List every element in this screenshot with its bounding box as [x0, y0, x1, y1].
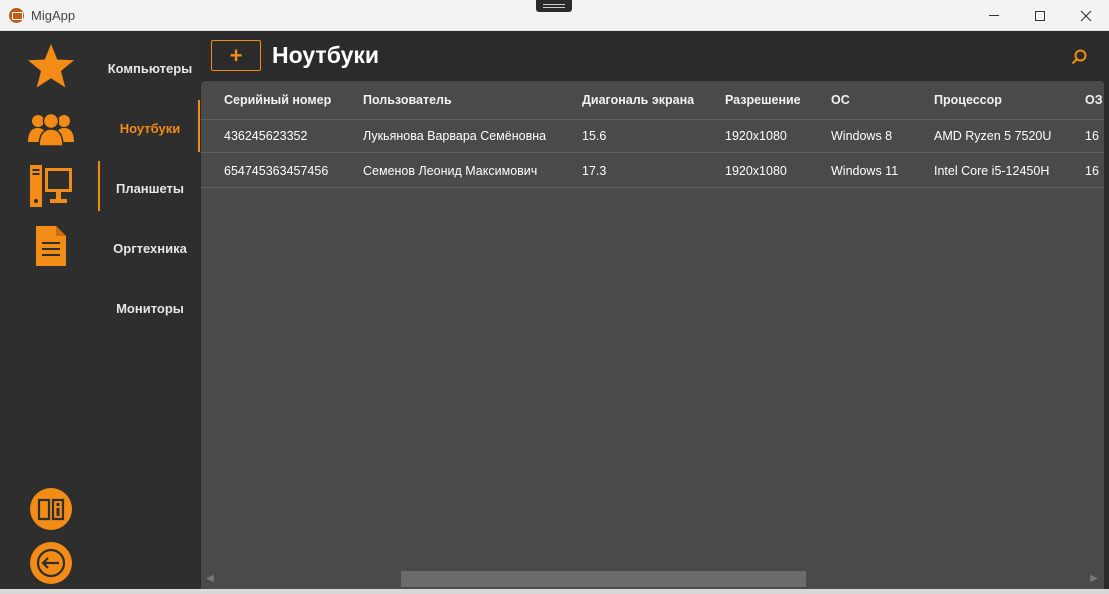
close-icon: [1080, 10, 1092, 21]
about-button[interactable]: [25, 486, 77, 532]
document-icon: [36, 226, 66, 266]
cell-os: Windows 8: [831, 129, 893, 143]
window-title: MigApp: [31, 8, 76, 23]
category-tablets[interactable]: Планшеты: [100, 160, 200, 216]
add-button[interactable]: +: [211, 40, 261, 71]
title-bar: MigApp: [0, 0, 1109, 31]
category-computers[interactable]: Компьютеры: [100, 40, 200, 96]
drag-handle[interactable]: [536, 0, 572, 12]
maximize-button[interactable]: [1017, 0, 1063, 31]
minimize-icon: [989, 15, 999, 16]
table-row[interactable]: 436245623352 Лукьянова Варвара Семёновна…: [201, 119, 1104, 153]
column-header-os[interactable]: ОС: [831, 81, 850, 119]
info-book-icon: [30, 488, 72, 530]
cell-serial: 436245623352: [224, 129, 308, 143]
scrollbar-thumb[interactable]: [401, 571, 806, 587]
app-logo-icon: [9, 8, 24, 23]
computer-icon: [30, 165, 72, 207]
cell-diagonal: 17.3: [582, 163, 607, 178]
page-title: Ноутбуки: [272, 42, 380, 68]
documents-button[interactable]: [25, 223, 77, 269]
column-header-resolution[interactable]: Разрешение: [725, 81, 801, 119]
scroll-left-arrow-icon[interactable]: ◀: [204, 573, 216, 585]
category-list: Компьютеры Ноутбуки Планшеты Оргтехника …: [100, 32, 200, 594]
users-button[interactable]: [25, 106, 77, 152]
horizontal-scrollbar[interactable]: ◀ ▶: [201, 569, 1104, 589]
devices-button[interactable]: [25, 163, 77, 209]
column-header-serial[interactable]: Серийный номер: [224, 81, 331, 119]
logout-icon: [30, 542, 72, 584]
search-icon: [1071, 49, 1087, 65]
users-icon: [28, 112, 74, 146]
star-icon: [28, 44, 74, 88]
cell-user: Лукьянова Варвара Семёновна: [363, 129, 547, 143]
maximize-icon: [1035, 10, 1045, 21]
column-header-user[interactable]: Пользователь: [363, 81, 452, 119]
category-label: Мониторы: [116, 300, 184, 316]
favorites-button[interactable]: [25, 43, 77, 89]
cell-resolution: 1920x1080: [725, 163, 787, 178]
category-label: Оргтехника: [113, 240, 187, 256]
close-button[interactable]: [1063, 0, 1109, 31]
laptops-table: Серийный номер Пользователь Диагональ эк…: [201, 81, 1104, 590]
category-label: Планшеты: [115, 180, 185, 196]
cell-os: Windows 11: [831, 163, 899, 178]
cell-user: Семенов Леонид Максимович: [363, 163, 538, 178]
cell-diagonal: 15.6: [582, 129, 607, 143]
cell-cpu: AMD Ryzen 5 7520U: [934, 129, 1052, 143]
category-label: Ноутбуки: [119, 120, 181, 136]
cell-ram: 16: [1085, 163, 1099, 178]
category-monitors[interactable]: Мониторы: [100, 280, 200, 336]
column-header-diagonal[interactable]: Диагональ экрана: [582, 81, 694, 119]
scroll-right-arrow-icon[interactable]: ▶: [1088, 573, 1100, 585]
cell-resolution: 1920x1080: [725, 129, 787, 143]
category-office-equipment[interactable]: Оргтехника: [100, 220, 200, 276]
desktop-strip: [0, 589, 1109, 594]
logout-button[interactable]: [25, 540, 77, 586]
minimize-button[interactable]: [971, 0, 1017, 31]
table-header: Серийный номер Пользователь Диагональ эк…: [201, 81, 1104, 119]
table-row[interactable]: 654745363457456 Семенов Леонид Максимови…: [201, 154, 1104, 188]
column-header-ram[interactable]: ОЗ: [1085, 81, 1103, 119]
cell-cpu: Intel Core i5-12450H: [934, 163, 1050, 178]
category-laptops[interactable]: Ноутбуки: [100, 100, 200, 156]
column-header-cpu[interactable]: Процессор: [934, 81, 1002, 119]
search-button[interactable]: [1070, 48, 1088, 66]
category-label: Компьютеры: [107, 60, 193, 76]
cell-ram: 16: [1085, 129, 1099, 143]
cell-serial: 654745363457456: [224, 163, 329, 178]
